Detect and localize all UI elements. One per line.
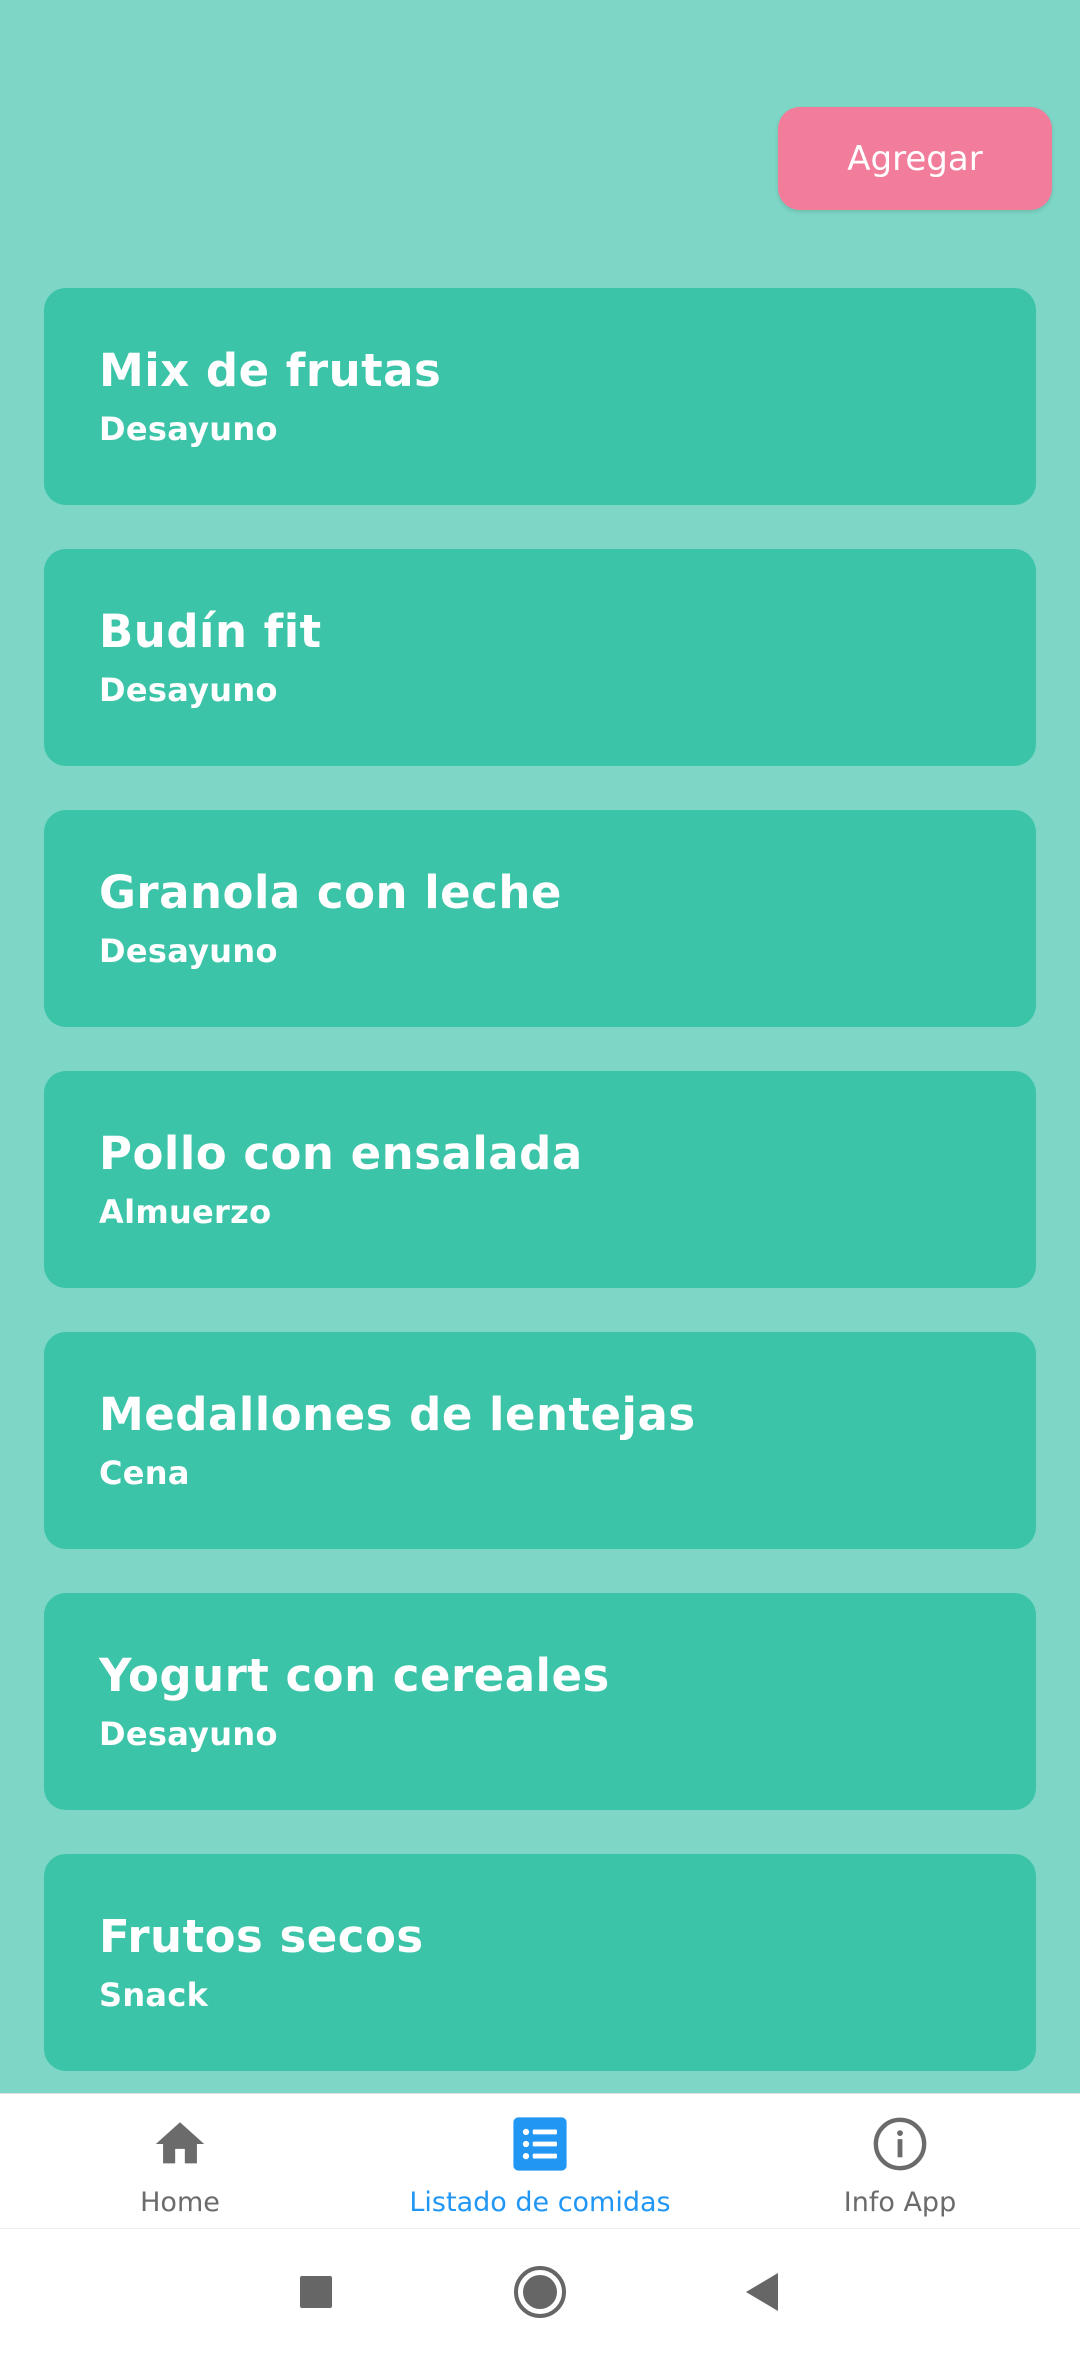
back-button[interactable] <box>722 2254 802 2334</box>
meal-name: Budín fit <box>99 605 322 658</box>
circle-icon <box>512 2264 568 2324</box>
meal-card[interactable]: Pollo con ensalada Almuerzo <box>44 1071 1036 1288</box>
meal-category: Desayuno <box>99 1715 278 1753</box>
list-icon <box>510 2114 570 2174</box>
home-icon <box>150 2114 210 2174</box>
meal-card[interactable]: Medallones de lentejas Cena <box>44 1332 1036 1549</box>
meal-category: Snack <box>99 1976 209 2014</box>
meal-name: Pollo con ensalada <box>99 1127 583 1180</box>
meal-name: Granola con leche <box>99 866 562 919</box>
meal-name: Mix de frutas <box>99 344 442 397</box>
nav-item-home[interactable]: Home <box>0 2094 360 2229</box>
meal-card[interactable]: Granola con leche Desayuno <box>44 810 1036 1027</box>
nav-label-info: Info App <box>843 2187 957 2218</box>
meal-category: Desayuno <box>99 932 278 970</box>
meal-category: Desayuno <box>99 410 278 448</box>
square-icon <box>299 2275 333 2313</box>
info-icon <box>870 2114 930 2174</box>
bottom-navigation: Home Listado de comidas Info App <box>0 2093 1080 2229</box>
meal-category: Desayuno <box>99 671 278 709</box>
meal-category: Almuerzo <box>99 1193 272 1231</box>
recents-button[interactable] <box>276 2254 356 2334</box>
nav-item-meal-list[interactable]: Listado de comidas <box>360 2094 720 2229</box>
meal-card[interactable]: Yogurt con cereales Desayuno <box>44 1593 1036 1810</box>
meal-list-screen: Agregar Mix de frutas Desayuno Budín fit… <box>0 0 1080 2093</box>
add-button[interactable]: Agregar <box>778 107 1052 210</box>
meal-name: Frutos secos <box>99 1910 424 1963</box>
nav-label-home: Home <box>140 2187 220 2218</box>
meal-name: Medallones de lentejas <box>99 1388 696 1441</box>
back-triangle-icon <box>742 2271 782 2317</box>
home-system-button[interactable] <box>500 2254 580 2334</box>
meal-card[interactable]: Budín fit Desayuno <box>44 549 1036 766</box>
meal-name: Yogurt con cereales <box>99 1649 610 1702</box>
meal-card[interactable]: Frutos secos Snack <box>44 1854 1036 2071</box>
meal-list: Mix de frutas Desayuno Budín fit Desayun… <box>44 288 1036 2115</box>
system-navigation-bar <box>0 2228 1080 2359</box>
nav-item-info[interactable]: Info App <box>720 2094 1080 2229</box>
meal-category: Cena <box>99 1454 190 1492</box>
meal-card[interactable]: Mix de frutas Desayuno <box>44 288 1036 505</box>
nav-label-meal-list: Listado de comidas <box>409 2187 671 2218</box>
